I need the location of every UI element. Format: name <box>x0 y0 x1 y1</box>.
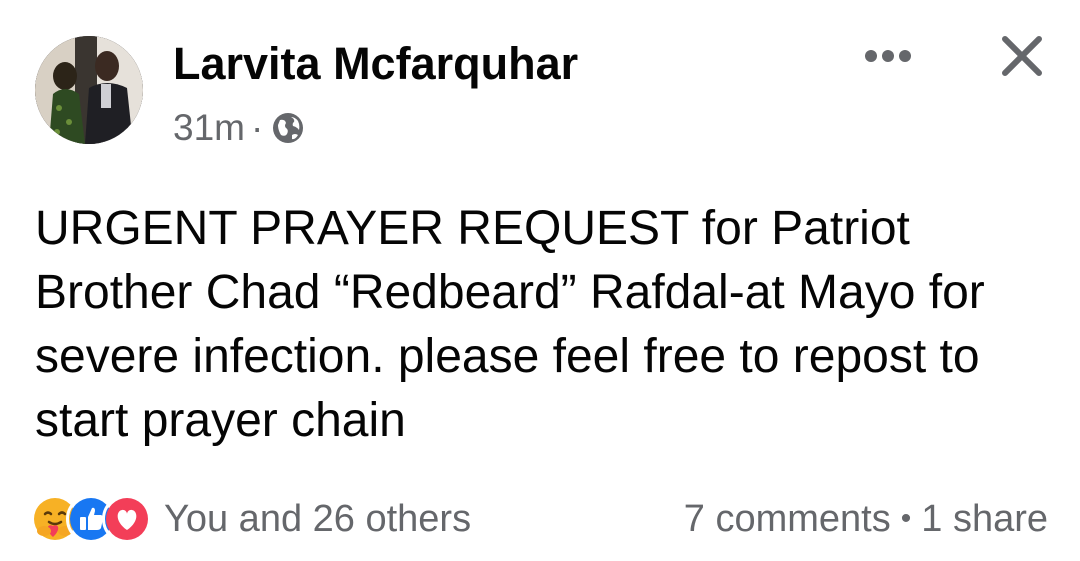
globe-icon[interactable] <box>271 111 305 145</box>
stats-separator: • <box>900 502 912 535</box>
author-name[interactable]: Larvita Mcfarquhar <box>173 38 578 90</box>
more-options-icon <box>865 50 911 62</box>
reaction-count[interactable]: You and 26 others <box>164 498 471 541</box>
reactions-summary[interactable]: You and 26 others <box>30 494 471 544</box>
post-timestamp[interactable]: 31m <box>173 107 245 149</box>
meta-separator: · <box>250 107 264 148</box>
close-icon <box>1002 36 1042 76</box>
more-options-button[interactable] <box>858 38 918 74</box>
post-footer: You and 26 others 7 comments • 1 share <box>30 492 1048 546</box>
shares-count[interactable]: 1 share <box>921 498 1048 541</box>
close-button[interactable] <box>996 30 1048 82</box>
author-avatar[interactable] <box>35 36 143 144</box>
engagement-stats: 7 comments • 1 share <box>684 498 1048 541</box>
reaction-icons[interactable] <box>30 494 152 544</box>
post-meta: 31m · <box>173 105 305 151</box>
love-reaction-icon <box>102 494 152 544</box>
post-body: URGENT PRAYER REQUEST for Patriot Brothe… <box>35 202 985 447</box>
comments-count[interactable]: 7 comments <box>684 498 891 541</box>
